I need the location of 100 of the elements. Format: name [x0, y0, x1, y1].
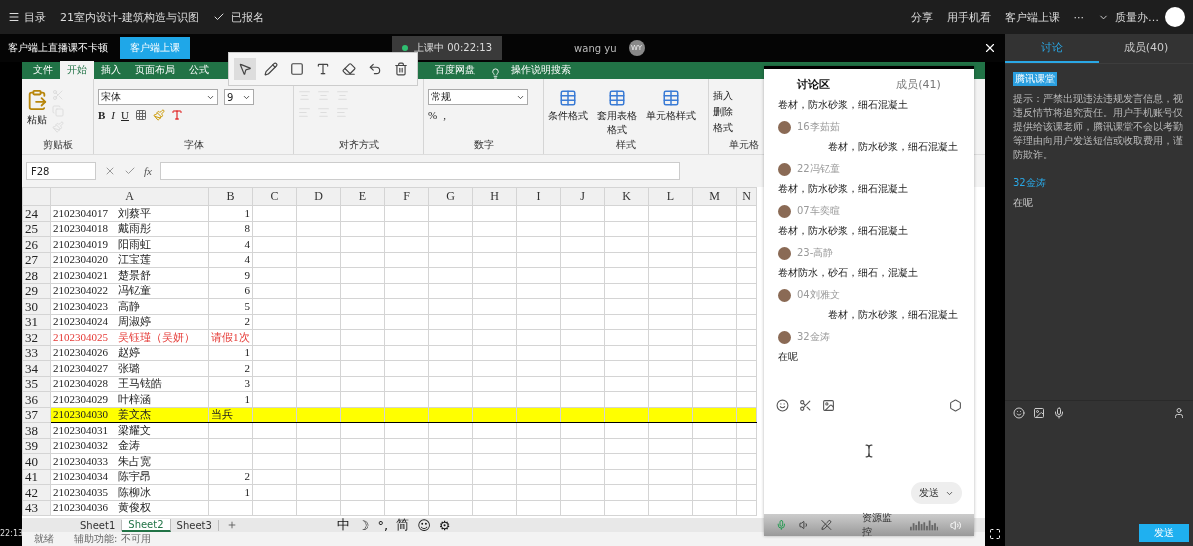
name-box[interactable]: F28	[26, 162, 96, 180]
style-button[interactable]: 条件格式	[548, 89, 588, 123]
user-name[interactable]: 质量办…	[1115, 9, 1159, 25]
paste-button[interactable]: 粘贴	[26, 89, 48, 127]
column-header[interactable]: D	[296, 187, 341, 206]
ime-key[interactable]: ⚙	[438, 517, 451, 533]
number-format-field[interactable]: 常规	[428, 89, 528, 105]
function-button[interactable]: fx	[144, 165, 152, 177]
pen-off-icon[interactable]	[821, 519, 833, 531]
number-format-button[interactable]: %	[428, 109, 438, 121]
avatar	[778, 330, 791, 344]
chat-tab[interactable]: 成员(41)	[896, 77, 941, 92]
ribbon-tab[interactable]: 百度网盘	[428, 61, 482, 79]
avatar	[778, 246, 791, 260]
column-header[interactable]: J	[560, 187, 605, 206]
sheet-tab[interactable]: Sheet2	[122, 518, 171, 532]
formula-field[interactable]	[159, 162, 680, 180]
font-size-field[interactable]: 9	[224, 89, 254, 105]
ime-key[interactable]: 简	[396, 516, 410, 534]
column-header[interactable]: F	[384, 187, 429, 206]
sidebar-tab[interactable]: 成员(40)	[1099, 34, 1193, 63]
font-style-button[interactable]: U	[121, 109, 129, 121]
style-button[interactable]: 套用表格格式	[596, 89, 638, 137]
column-header[interactable]: A	[50, 187, 209, 206]
speaker-icon[interactable]	[798, 519, 810, 531]
fullscreen-icon[interactable]	[989, 528, 1001, 540]
font-style-button[interactable]: I	[111, 109, 115, 121]
ribbon-tab[interactable]: 页面布局	[128, 61, 182, 79]
column-header[interactable]: I	[516, 187, 561, 206]
sender-name: 32金涛	[1013, 176, 1047, 190]
column-header[interactable]: B	[208, 187, 253, 206]
top-action-link[interactable]: ···	[1073, 10, 1084, 24]
microphone-icon[interactable]	[1053, 406, 1065, 419]
top-action-link[interactable]: 用手机看	[946, 9, 991, 25]
ribbon-tab[interactable]: 公式	[182, 61, 216, 79]
cancel-icon[interactable]	[104, 165, 116, 177]
student-name: 高静	[118, 299, 140, 312]
column-header[interactable]: L	[648, 187, 693, 206]
ribbon-tab[interactable]: 插入	[94, 61, 128, 79]
message-text: 卷材，防水砂浆，细石混凝土	[778, 182, 909, 196]
close-button[interactable]	[983, 41, 997, 55]
menu-icon[interactable]	[8, 11, 20, 23]
font-name-field[interactable]: 宋体	[98, 89, 218, 105]
sheet-tab[interactable]: Sheet3	[170, 519, 219, 531]
ime-key[interactable]: ☺	[417, 517, 431, 533]
image-icon[interactable]	[822, 399, 835, 412]
sidebar-tab[interactable]: 讨论	[1005, 34, 1099, 63]
style-button[interactable]: 单元格样式	[646, 89, 696, 123]
column-header[interactable]: E	[340, 187, 385, 206]
ime-key[interactable]: °,	[377, 517, 389, 533]
number-format-button[interactable]: ,	[443, 109, 446, 121]
tell-me-search[interactable]: 操作说明搜索	[501, 61, 581, 79]
user-avatar[interactable]	[1165, 7, 1185, 27]
student-id: 2102304025	[53, 330, 108, 343]
student-id: 2102304028	[53, 377, 108, 390]
fill-color-icon[interactable]	[152, 109, 165, 121]
column-header[interactable]: N	[736, 187, 757, 206]
column-header[interactable]: C	[252, 187, 297, 206]
menu-link[interactable]: 目录	[24, 9, 46, 25]
chat-tab[interactable]: 讨论区	[797, 77, 831, 92]
enrolled-status: 已报名	[230, 9, 264, 25]
student-id: 2102304036	[53, 501, 108, 514]
cell-button[interactable]: 格式	[713, 121, 733, 135]
trash-icon	[394, 62, 408, 76]
message-text: 卷材，防水砂浆，细石混凝土	[778, 224, 909, 238]
add-sheet-icon[interactable]	[226, 520, 237, 530]
ribbon-tab[interactable]: 文件	[26, 61, 60, 79]
student-id: 2102304020	[53, 253, 108, 266]
border-icon[interactable]	[134, 109, 147, 121]
avatar	[778, 120, 791, 134]
check-icon[interactable]	[124, 165, 136, 177]
annotation-tool-button[interactable]	[234, 58, 256, 80]
student-name: 金涛	[118, 439, 140, 452]
eraser-icon	[342, 62, 356, 76]
column-header[interactable]: G	[428, 187, 473, 206]
user-icon[interactable]	[1173, 406, 1185, 419]
cell-button[interactable]: 插入	[713, 89, 733, 103]
lightbulb-icon[interactable]	[490, 68, 501, 79]
table-cell: 9	[244, 268, 250, 281]
ime-key[interactable]: 中	[336, 516, 350, 534]
text-icon	[316, 62, 330, 76]
top-action-link[interactable]: 分享	[910, 9, 933, 25]
student-name: 江宝莲	[118, 253, 151, 266]
column-header[interactable]: M	[692, 187, 737, 206]
column-header[interactable]: H	[472, 187, 517, 206]
check-icon	[212, 11, 225, 23]
top-action-link[interactable]: 客户端上课	[1004, 9, 1060, 25]
student-id: 2102304031	[53, 423, 108, 436]
emoji-icon[interactable]	[776, 399, 789, 412]
ribbon-tab[interactable]: 开始	[60, 61, 94, 79]
font-style-button[interactable]: B	[98, 109, 106, 121]
font-color-icon[interactable]	[170, 109, 183, 121]
avatar	[778, 162, 791, 176]
notice-text: 提示：严禁出现违法违规发言信息，视违反情节将追究责任。用户手机账号仅提供给该课老师，腾讯课堂不会以考勤等理由向用户发送短信或收取费用，谨防欺诈。	[1013, 92, 1184, 162]
scissors-icon[interactable]	[799, 399, 812, 412]
cell-button[interactable]: 删除	[713, 105, 733, 119]
column-header[interactable]: K	[604, 187, 649, 206]
table-icon	[559, 89, 577, 107]
ime-key[interactable]: ☽	[357, 517, 370, 533]
send-button[interactable]: 发送	[911, 482, 962, 504]
